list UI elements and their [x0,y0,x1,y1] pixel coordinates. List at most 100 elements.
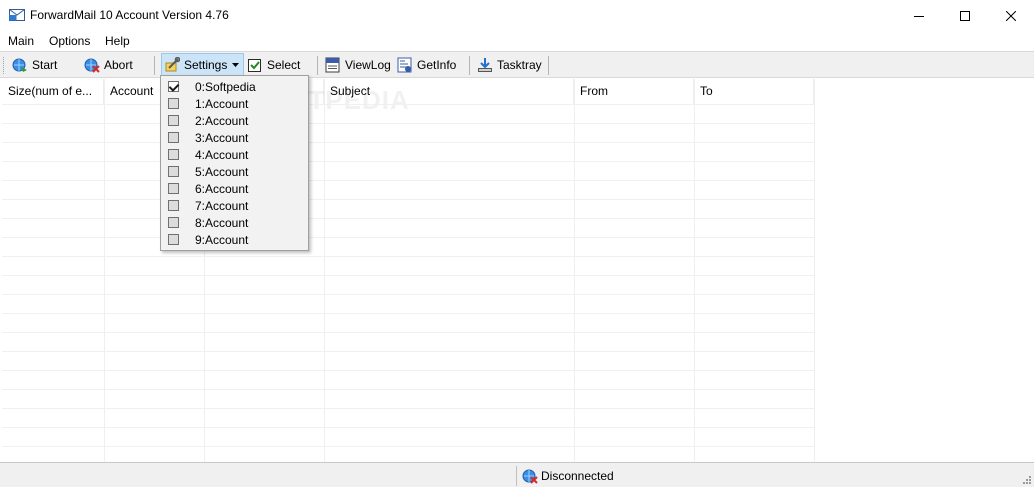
settings-menu-item[interactable]: 1:Account [161,95,308,112]
grid-line [2,142,814,143]
checkbox-icon[interactable] [168,98,179,109]
getinfo-button[interactable]: GetInfo [397,54,456,76]
settings-menu-item[interactable]: 0:Softpedia [161,78,308,95]
settings-menu-item-label: 7:Account [195,198,249,213]
grid-line [2,446,814,447]
grid-line [2,294,814,295]
grid-line [2,123,814,124]
resize-grip-icon[interactable] [1022,475,1032,485]
close-icon [1006,10,1016,21]
status-separator [516,466,517,486]
grid-line [2,313,814,314]
settings-menu-item-label: 2:Account [195,113,249,128]
settings-menu-item[interactable]: 5:Account [161,163,308,180]
checkbox-icon[interactable] [168,115,179,126]
checkbox-icon[interactable] [168,200,179,211]
grid-line [2,199,814,200]
grid-line [2,256,814,257]
grid-line [2,370,814,371]
grid-line [574,79,575,462]
toolbar-separator [317,56,318,75]
tasktray-label: Tasktray [497,58,542,72]
settings-dropdown-menu: 0:Softpedia 1:Account 2:Account 3:Accoun… [160,75,309,251]
mail-forward-icon [9,9,25,21]
settings-menu-item[interactable]: 9:Account [161,231,308,248]
settings-menu-item-label: 9:Account [195,232,249,247]
grid-line [104,79,105,462]
minimize-icon [914,15,924,17]
info-document-icon [397,57,412,73]
globe-start-icon [12,58,27,72]
menu-main[interactable]: Main [8,34,34,48]
toolbar-separator [154,56,155,75]
grid-line [2,408,814,409]
grid-line [324,79,325,462]
maximize-button[interactable] [942,0,988,31]
checkbox-icon[interactable] [168,149,179,160]
settings-menu-item[interactable]: 6:Account [161,180,308,197]
toolbar-separator [548,56,549,75]
grid-line [2,351,814,352]
tasktray-button[interactable]: Tasktray [477,54,542,76]
settings-menu-item-label: 1:Account [195,96,249,111]
settings-menu-item-label: 8:Account [195,215,249,230]
grid-line [2,218,814,219]
settings-menu-item-label: 4:Account [195,147,249,162]
menu-help[interactable]: Help [105,34,130,48]
grid-line [2,389,814,390]
settings-menu-item[interactable]: 8:Account [161,214,308,231]
column-header-from[interactable]: From [574,79,694,104]
start-label: Start [32,58,58,72]
start-button[interactable]: Start [12,54,57,76]
download-tray-icon [478,58,492,72]
checkbox-icon[interactable] [168,81,179,92]
settings-menu-item[interactable]: 7:Account [161,197,308,214]
column-header-to[interactable]: To [694,79,814,104]
chevron-down-icon [232,63,240,67]
menu-bar: Main Options Help [0,31,1034,51]
maximize-icon [960,10,970,21]
settings-label: Settings [184,58,228,72]
settings-menu-item-label: 3:Account [195,130,249,145]
minimize-button[interactable] [896,0,942,31]
disconnected-icon [522,469,538,484]
log-icon [325,57,340,73]
menu-options[interactable]: Options [49,34,90,48]
status-bar: Disconnected [0,462,1034,487]
viewlog-button[interactable]: ViewLog [325,54,391,76]
grid-line [2,104,814,105]
toolbar-grip[interactable] [3,57,5,74]
settings-menu-item[interactable]: 4:Account [161,146,308,163]
getinfo-label: GetInfo [417,58,457,72]
window-title: ForwardMail 10 Account Version 4.76 [30,8,229,22]
globe-abort-icon [84,58,100,73]
select-label: Select [267,58,301,72]
select-button[interactable]: Select [247,54,300,76]
column-header-size[interactable]: Size(num of e... [2,79,104,104]
checkbox-icon[interactable] [168,217,179,228]
settings-menu-item-label: 6:Account [195,181,249,196]
grid-line [2,275,814,276]
grid-line [2,161,814,162]
settings-button[interactable]: Settings [161,53,245,77]
settings-wrench-icon [165,57,180,72]
checkbox-icon[interactable] [168,183,179,194]
checkbox-icon[interactable] [168,234,179,245]
grid-line [2,427,814,428]
grid-line [694,79,695,462]
close-button[interactable] [988,0,1034,31]
settings-menu-item[interactable]: 3:Account [161,129,308,146]
title-bar: ForwardMail 10 Account Version 4.76 [0,0,1034,31]
viewlog-label: ViewLog [345,58,391,72]
abort-button[interactable]: Abort [84,54,133,76]
grid-line [2,332,814,333]
connection-status: Disconnected [541,469,614,483]
message-list[interactable]: Size(num of e... Account Subject From To… [2,79,1034,462]
checkbox-icon[interactable] [168,132,179,143]
settings-menu-item-label: 5:Account [195,164,249,179]
toolbar-separator [469,56,470,75]
settings-menu-item-label: 0:Softpedia [195,79,256,94]
checkbox-icon[interactable] [168,166,179,177]
settings-menu-item[interactable]: 2:Account [161,112,308,129]
grid-line [814,79,815,462]
